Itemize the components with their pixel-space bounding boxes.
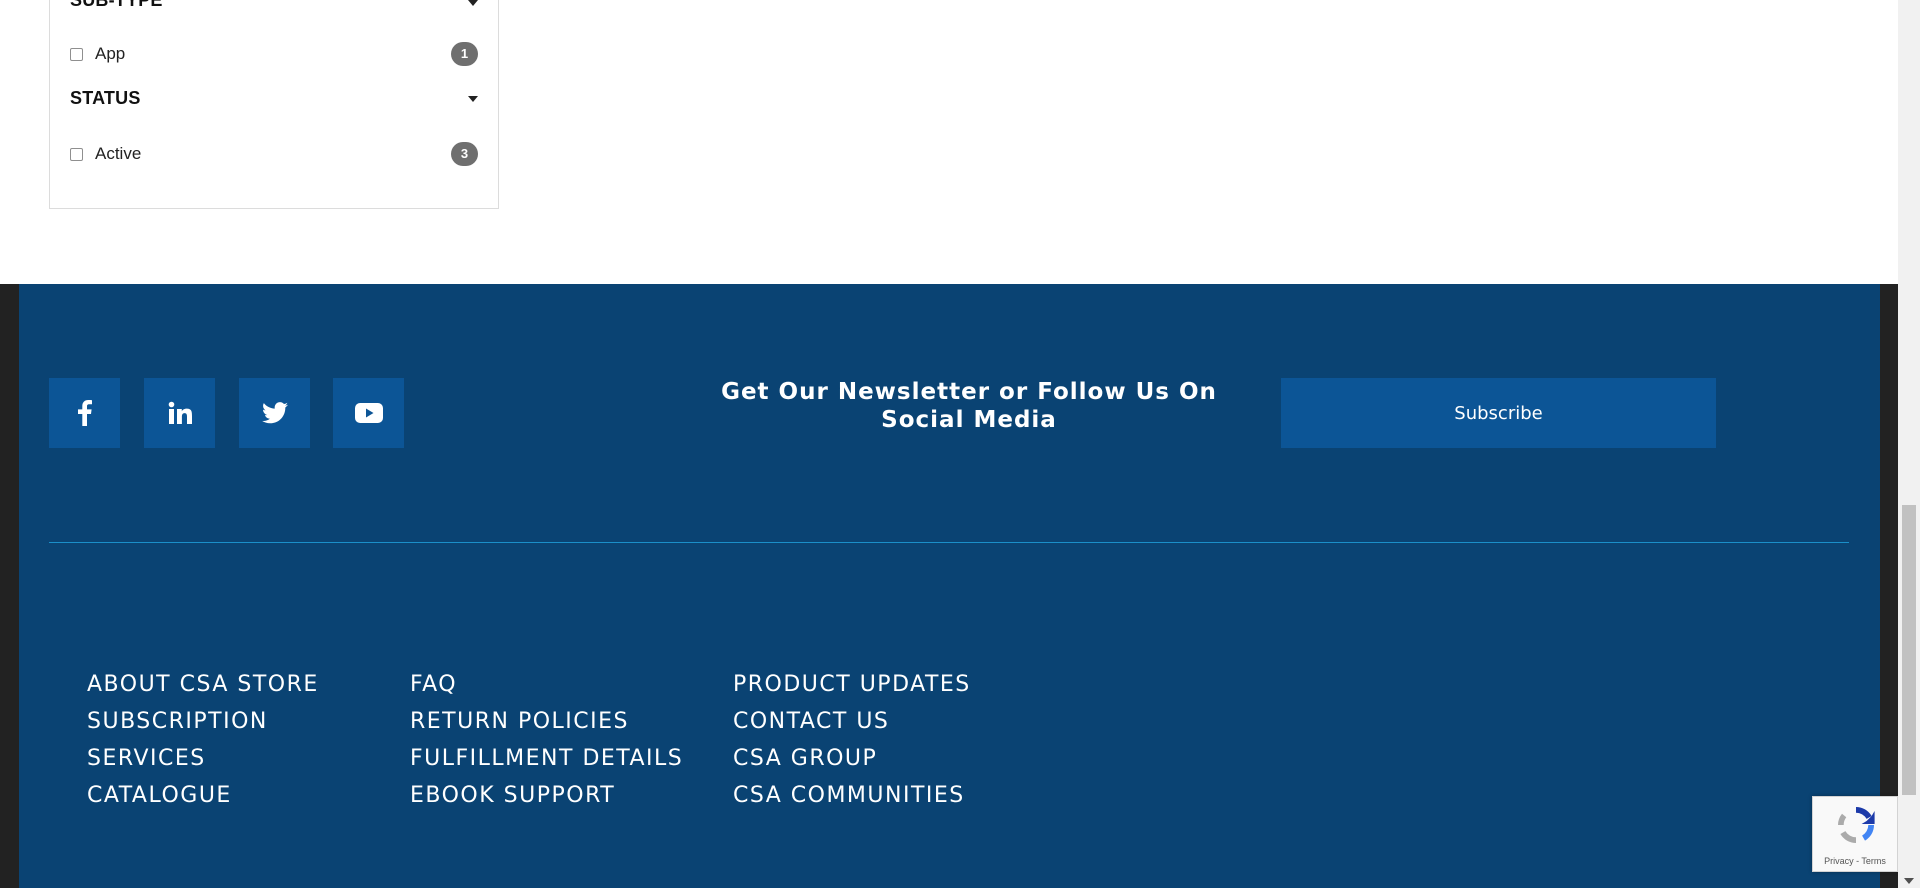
footer: Get Our Newsletter or Follow Us On Socia… <box>0 284 1898 888</box>
filter-panel: SUB-TYPE App 1 STATUS Active 3 <box>49 0 499 209</box>
filter-option-active[interactable]: Active 3 <box>70 142 478 168</box>
filter-option-label: Active <box>95 144 142 163</box>
footer-links-column-1: ABOUT CSA STORE SUBSCRIPTION SERVICES CA… <box>87 666 319 814</box>
filter-option-label: App <box>95 44 126 63</box>
youtube-icon <box>354 403 383 423</box>
footer-link-faq[interactable]: FAQ <box>410 666 683 703</box>
footer-link-csa-group[interactable]: CSA GROUP <box>733 740 971 777</box>
caret-down-icon[interactable] <box>468 96 478 102</box>
subscribe-button[interactable]: Subscribe <box>1281 378 1716 448</box>
twitter-icon <box>261 402 288 424</box>
recaptcha-terms[interactable]: Privacy - Terms <box>1813 856 1897 866</box>
scrollbar-thumb[interactable] <box>1902 505 1916 795</box>
footer-link-ebook-support[interactable]: EBOOK SUPPORT <box>410 777 683 814</box>
count-badge: 1 <box>451 42 478 66</box>
checkbox[interactable] <box>70 148 83 161</box>
facebook-icon <box>77 400 92 426</box>
filter-heading-subtype[interactable]: SUB-TYPE <box>70 0 163 11</box>
facebook-button[interactable] <box>49 378 120 448</box>
recaptcha-badge[interactable]: Privacy - Terms <box>1812 796 1898 872</box>
footer-link-about[interactable]: ABOUT CSA STORE <box>87 666 319 703</box>
count-badge: 3 <box>451 142 478 166</box>
recaptcha-icon <box>1838 807 1875 843</box>
newsletter-heading: Get Our Newsletter or Follow Us On Socia… <box>721 379 1217 433</box>
linkedin-icon <box>168 401 192 424</box>
filter-heading-status[interactable]: STATUS <box>70 88 141 109</box>
linkedin-button[interactable] <box>144 378 215 448</box>
footer-link-catalogue[interactable]: CATALOGUE <box>87 777 319 814</box>
footer-link-services[interactable]: SERVICES <box>87 740 319 777</box>
twitter-button[interactable] <box>239 378 310 448</box>
page-scrollbar[interactable] <box>1898 0 1920 888</box>
checkbox[interactable] <box>70 48 83 61</box>
footer-links-column-2: FAQ RETURN POLICIES FULFILLMENT DETAILS … <box>410 666 683 814</box>
footer-divider <box>49 542 1849 543</box>
footer-link-subscription[interactable]: SUBSCRIPTION <box>87 703 319 740</box>
youtube-button[interactable] <box>333 378 404 448</box>
footer-content: Get Our Newsletter or Follow Us On Socia… <box>19 284 1880 888</box>
footer-links-column-3: PRODUCT UPDATES CONTACT US CSA GROUP CSA… <box>733 666 971 814</box>
footer-link-csa-communities[interactable]: CSA COMMUNITIES <box>733 777 971 814</box>
footer-link-return-policies[interactable]: RETURN POLICIES <box>410 703 683 740</box>
filter-option-app[interactable]: App 1 <box>70 42 478 68</box>
footer-link-fulfillment[interactable]: FULFILLMENT DETAILS <box>410 740 683 777</box>
scroll-down-arrow-icon[interactable] <box>1904 878 1914 884</box>
footer-link-product-updates[interactable]: PRODUCT UPDATES <box>733 666 971 703</box>
caret-down-icon[interactable] <box>468 0 478 6</box>
footer-link-contact[interactable]: CONTACT US <box>733 703 971 740</box>
